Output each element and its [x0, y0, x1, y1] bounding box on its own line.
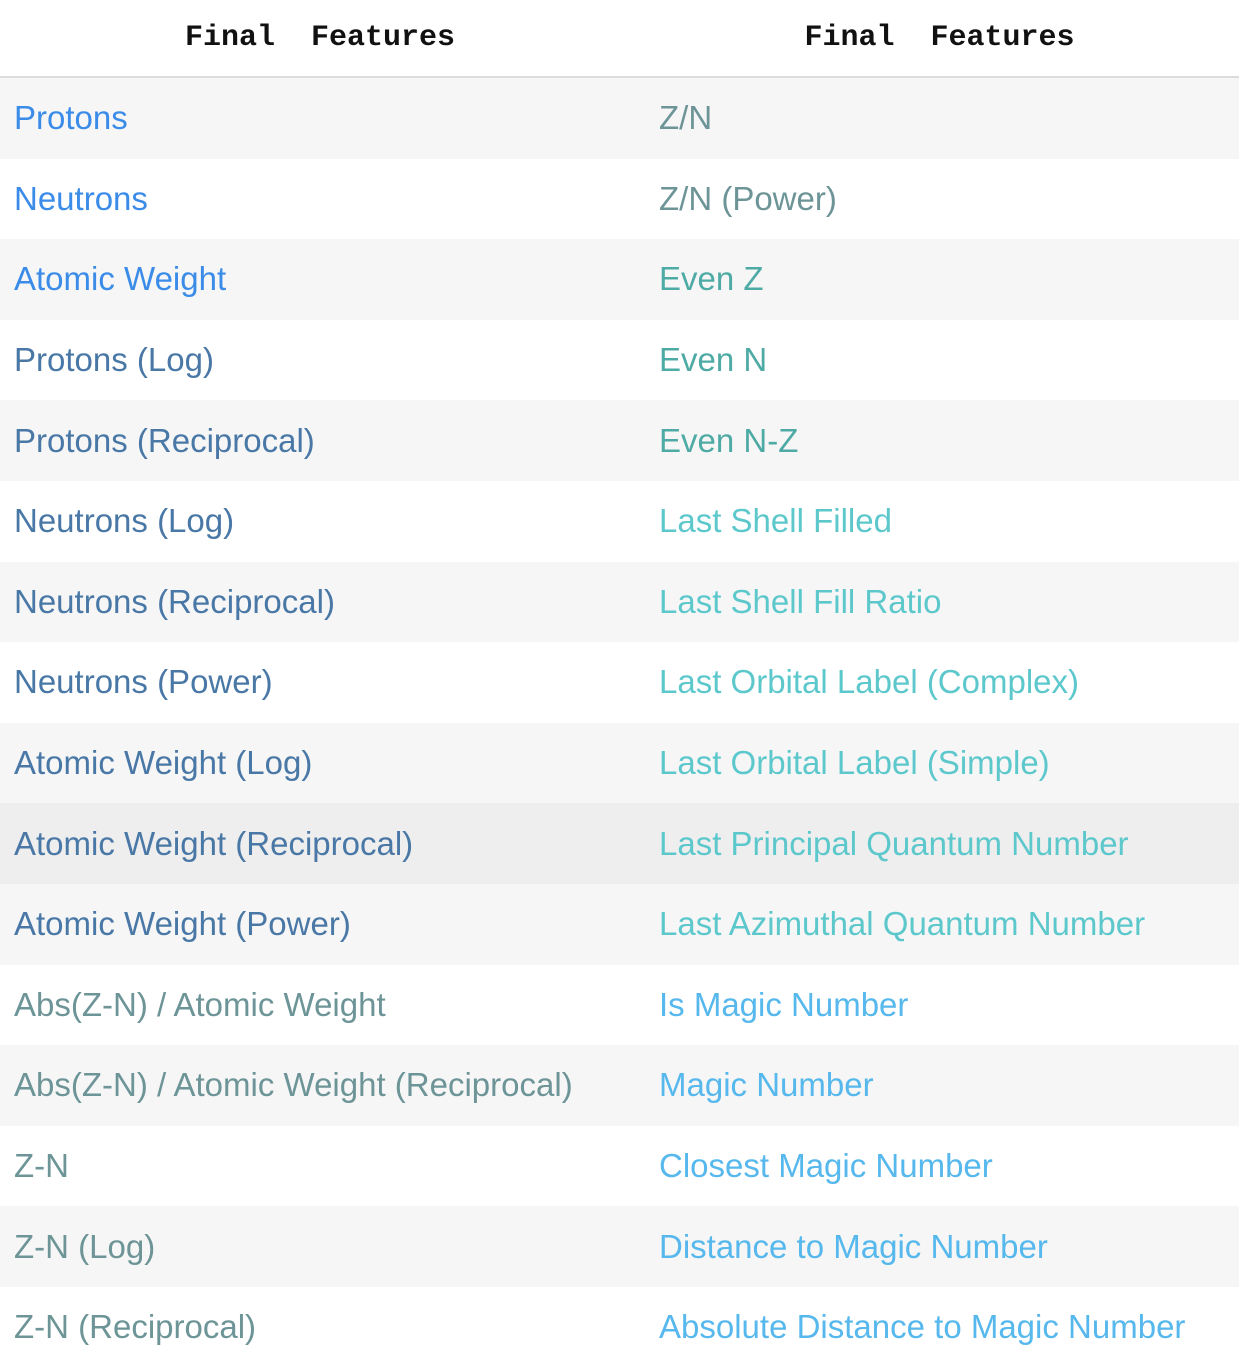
table-body: Protons Z/N Neutrons Z/N (Power) Atomic Weig… [0, 77, 1239, 1368]
feature-cell-right: Z/N [640, 77, 1239, 159]
feature-cell-right: Closest Magic Number [640, 1125, 1239, 1207]
feature-cell-left: Z-N (Log) [0, 1206, 640, 1287]
column-header-left: Final Features [0, 0, 640, 78]
table-row: Atomic Weight (Log) Last Orbital Label (S… [0, 722, 1239, 804]
feature-cell-right: Last Shell Fill Ratio [640, 561, 1239, 643]
feature-cell-left: Atomic Weight (Reciprocal) [0, 803, 640, 884]
feature-cell-left: Z-N [0, 1125, 640, 1207]
feature-cell-left: Protons (Log) [0, 319, 640, 401]
table-row: Z-N Closest Magic Number [0, 1125, 1239, 1207]
table-row: Atomic Weight (Reciprocal) Last Principal… [0, 803, 1239, 884]
feature-cell-left: Atomic Weight (Log) [0, 722, 640, 804]
table-row: Neutrons (Log) Last Shell Filled [0, 480, 1239, 562]
feature-cell-right: Distance to Magic Number [640, 1206, 1239, 1287]
table-header: Final Features Final Features [0, 0, 1239, 78]
header-row: Final Features Final Features [0, 0, 1239, 78]
table-row: Neutrons Z/N (Power) [0, 158, 1239, 240]
feature-cell-right: Last Shell Filled [640, 480, 1239, 562]
table-row: Protons (Log) Even N [0, 319, 1239, 401]
feature-cell-left: Neutrons (Reciprocal) [0, 561, 640, 643]
feature-cell-right: Even Z [640, 239, 1239, 320]
feature-cell-left: Atomic Weight [0, 239, 640, 320]
feature-cell-left: Neutrons (Power) [0, 642, 640, 723]
table-row: Atomic Weight (Power) Last Azimuthal Quan… [0, 883, 1239, 965]
feature-cell-right: Magic Number [640, 1045, 1239, 1126]
table-row: Protons Z/N [0, 77, 1239, 159]
table-row: Abs(Z-N) / Atomic Weight (Reciprocal) Mag… [0, 1045, 1239, 1126]
feature-cell-right: Even N [640, 319, 1239, 401]
feature-cell-right: Is Magic Number [640, 964, 1239, 1046]
feature-cell-right: Last Azimuthal Quantum Number [640, 883, 1239, 965]
table-row: Z-N (Log) Distance to Magic Number [0, 1206, 1239, 1287]
feature-cell-right: Last Principal Quantum Number [640, 803, 1239, 884]
table-row: Protons (Reciprocal) Even N-Z [0, 400, 1239, 481]
feature-cell-left: Protons [0, 77, 640, 159]
feature-cell-left: Neutrons [0, 158, 640, 240]
feature-cell-left: Z-N (Reciprocal) [0, 1286, 640, 1368]
feature-cell-right: Last Orbital Label (Complex) [640, 642, 1239, 723]
table-row: Z-N (Reciprocal) Absolute Distance to Mag… [0, 1286, 1239, 1368]
feature-cell-right: Even N-Z [640, 400, 1239, 481]
table-row: Atomic Weight Even Z [0, 239, 1239, 320]
column-header-right: Final Features [640, 0, 1239, 78]
feature-cell-left: Atomic Weight (Power) [0, 883, 640, 965]
feature-cell-left: Protons (Reciprocal) [0, 400, 640, 481]
features-table: Final Features Final Features Protons Z/N… [0, 0, 1239, 1368]
table-row: Abs(Z-N) / Atomic Weight Is Magic Number [0, 964, 1239, 1046]
table-row: Neutrons (Reciprocal) Last Shell Fill Rat… [0, 561, 1239, 643]
feature-cell-right: Last Orbital Label (Simple) [640, 722, 1239, 804]
feature-cell-left: Abs(Z-N) / Atomic Weight (Reciprocal) [0, 1045, 640, 1126]
feature-cell-right: Z/N (Power) [640, 158, 1239, 240]
feature-cell-right: Absolute Distance to Magic Number [640, 1286, 1239, 1368]
table-row: Neutrons (Power) Last Orbital Label (Comp… [0, 642, 1239, 723]
feature-cell-left: Abs(Z-N) / Atomic Weight [0, 964, 640, 1046]
feature-cell-left: Neutrons (Log) [0, 480, 640, 562]
